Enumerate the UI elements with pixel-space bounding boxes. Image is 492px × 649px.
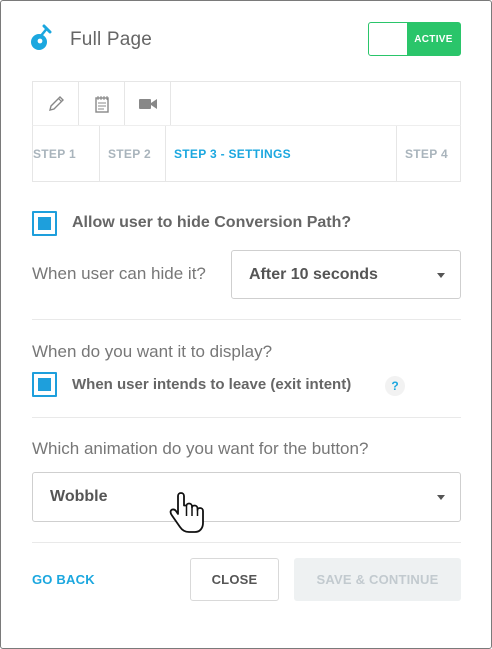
allow-hide-checkbox[interactable] (32, 211, 57, 236)
guitar-pick-logo-icon (29, 24, 55, 54)
chevron-down-icon (437, 495, 445, 500)
hide-when-label: When user can hide it? (32, 264, 206, 283)
toggle-label: ACTIVE (414, 33, 453, 45)
video-camera-icon (138, 98, 157, 109)
active-toggle[interactable]: ACTIVE (368, 22, 461, 56)
page-title: Full Page (70, 29, 153, 50)
checkbox-check-mark (38, 378, 51, 391)
step-tabs: STEP 1 STEP 2 STEP 3 - SETTINGS STEP 4 (32, 125, 461, 182)
hide-when-select[interactable]: After 10 seconds (231, 250, 461, 299)
section-divider (32, 542, 461, 543)
edit-tool-button[interactable] (33, 82, 79, 125)
exit-intent-label: When user intends to leave (exit intent) (72, 376, 352, 393)
animation-select[interactable]: Wobble (32, 472, 461, 522)
close-button[interactable]: CLOSE (190, 558, 279, 601)
tab-step-1[interactable]: STEP 1 (33, 126, 100, 181)
hand-pointer-cursor-icon (169, 490, 209, 536)
section-divider (32, 417, 461, 418)
hide-when-value: After 10 seconds (249, 265, 378, 283)
tab-step-3-settings[interactable]: STEP 3 - SETTINGS (166, 126, 397, 181)
toggle-knob[interactable] (369, 23, 407, 55)
checkbox-check-mark (38, 217, 51, 230)
settings-panel: Full Page ACTIVE STEP 1 STEP 2 STEP 3 - … (0, 0, 492, 649)
animation-question: Which animation do you want for the butt… (32, 439, 369, 458)
save-continue-button[interactable]: SAVE & CONTINUE (294, 558, 461, 601)
pencil-icon (48, 95, 64, 111)
editor-toolbar (32, 81, 461, 125)
notes-tool-button[interactable] (79, 82, 125, 125)
exit-intent-checkbox[interactable] (32, 372, 57, 397)
help-icon[interactable]: ? (385, 376, 405, 396)
allow-hide-label: Allow user to hide Conversion Path? (72, 214, 352, 231)
go-back-link[interactable]: GO BACK (32, 572, 95, 587)
section-divider (32, 319, 461, 320)
tab-step-4[interactable]: STEP 4 (397, 126, 460, 181)
chevron-down-icon (437, 273, 445, 278)
display-question: When do you want it to display? (32, 342, 273, 361)
video-tool-button[interactable] (125, 82, 171, 125)
animation-value: Wobble (50, 488, 108, 505)
tab-step-2[interactable]: STEP 2 (100, 126, 166, 181)
notepad-icon (94, 95, 109, 113)
